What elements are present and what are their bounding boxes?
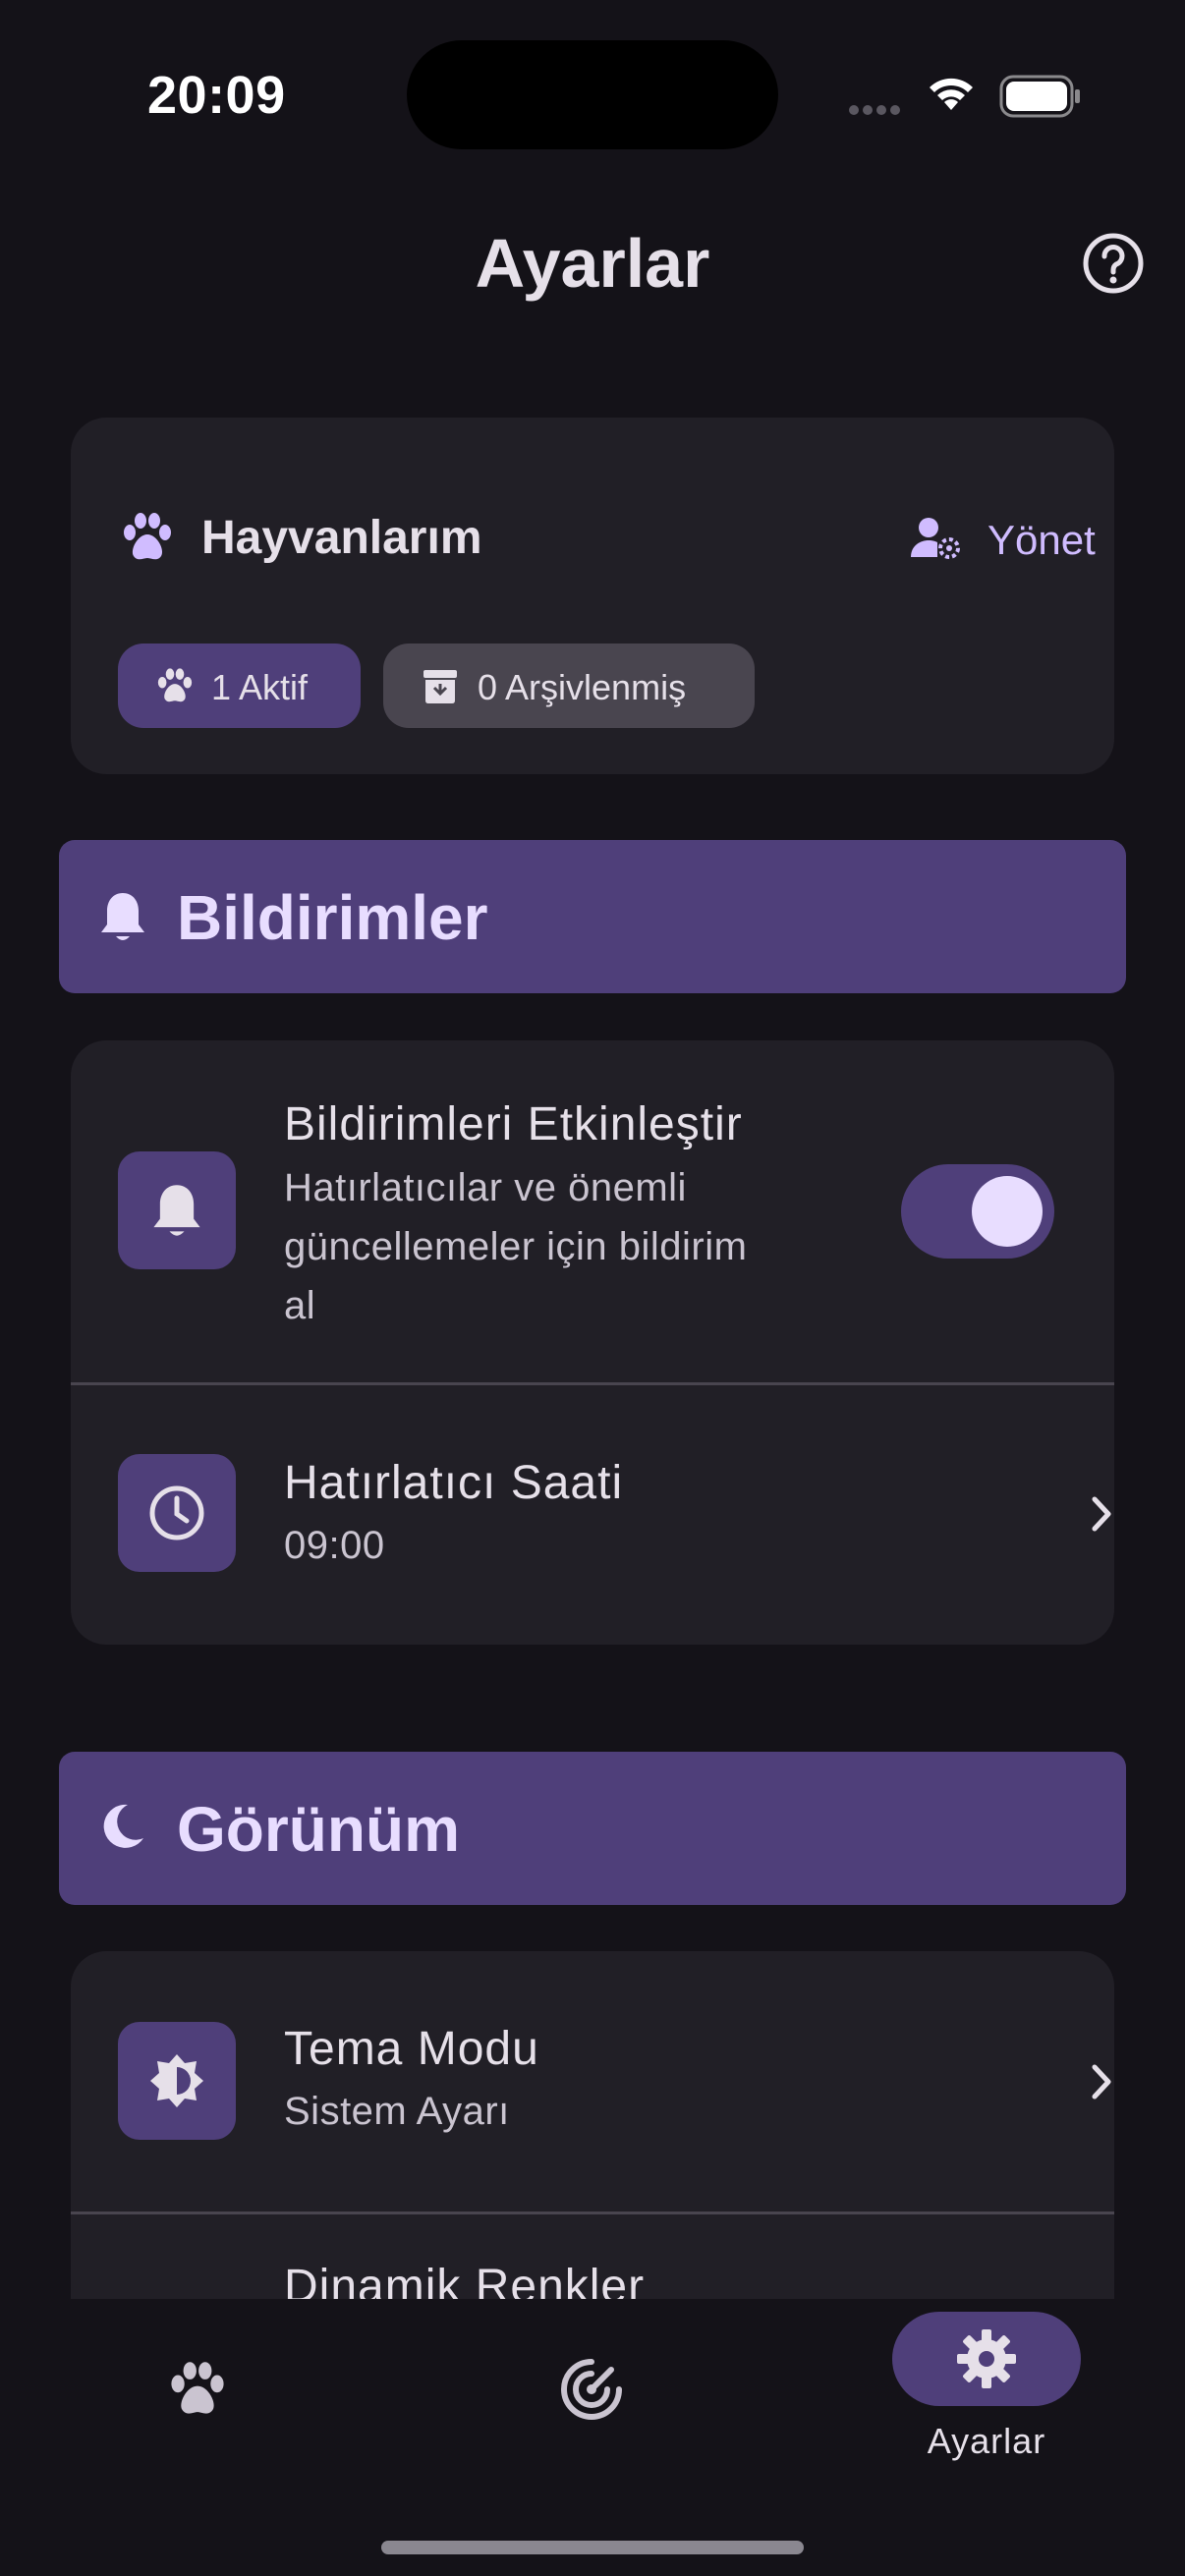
- moon-icon: [103, 1804, 143, 1848]
- reminder-time-title: Hatırlatıcı Saati: [284, 1457, 624, 1509]
- chevron-right-icon: [1092, 1496, 1111, 1532]
- theme-mode-row[interactable]: Tema Modu Sistem Ayarı: [71, 1951, 1114, 2212]
- section-title-notifications: Bildirimler: [177, 882, 488, 953]
- chevron-right-icon: [1092, 2064, 1111, 2100]
- reminder-time-value: 09:00: [284, 1524, 385, 1567]
- theme-row-icon: [118, 2022, 236, 2140]
- section-title-appearance: Görünüm: [177, 1794, 460, 1865]
- status-time: 20:09: [147, 66, 286, 125]
- pets-card: Hayvanlarım Yönet 1 Aktif 0 Arşivlenmiş: [71, 418, 1114, 774]
- manage-pets-button[interactable]: Yönet: [837, 492, 1096, 587]
- nav-item-pets[interactable]: [157, 2299, 238, 2495]
- bottom-navigation: Ayarlar: [0, 2299, 1185, 2576]
- brightness-icon: [150, 2054, 203, 2107]
- active-pets-chip[interactable]: 1 Aktif: [118, 644, 361, 728]
- app-bar: Ayarlar: [0, 196, 1185, 334]
- nav-item-settings[interactable]: Ayarlar: [892, 2299, 1081, 2495]
- reminder-time-row[interactable]: Hatırlatıcı Saati 09:00: [71, 1385, 1114, 1645]
- page-title: Ayarlar: [475, 225, 710, 302]
- manage-label: Yönet: [988, 517, 1096, 563]
- theme-mode-value: Sistem Ayarı: [284, 2090, 510, 2133]
- archived-pets-label: 0 Arşivlenmiş: [478, 667, 687, 707]
- dynamic-colors-title: Dinamik Renkler: [284, 2261, 646, 2299]
- gear-icon: [957, 2329, 1016, 2388]
- dynamic-island: [407, 40, 778, 149]
- paw-icon: [171, 2362, 224, 2414]
- notifications-card: Bildirimleri Etkinleştir Hatırlatıcılar …: [71, 1040, 1114, 1645]
- toggle-thumb: [972, 1176, 1043, 1247]
- enable-notifications-row[interactable]: Bildirimleri Etkinleştir Hatırlatıcılar …: [71, 1040, 1114, 1382]
- section-header-notifications: Bildirimler: [59, 840, 1126, 993]
- signal-icon: [849, 102, 904, 120]
- nav-item-radar[interactable]: [550, 2299, 631, 2495]
- appearance-card: Tema Modu Sistem Ayarı Dinamik Renkler: [71, 1951, 1114, 2299]
- status-bar: 20:09: [0, 0, 1185, 196]
- bell-icon: [153, 1185, 200, 1236]
- nav-label-settings: Ayarlar: [927, 2421, 1046, 2461]
- pets-title: Hayvanlarım: [201, 512, 482, 564]
- notifications-toggle[interactable]: [901, 1164, 1054, 1259]
- archive-icon: [423, 670, 457, 703]
- battery-icon: [999, 75, 1080, 118]
- theme-mode-title: Tema Modu: [284, 2023, 539, 2075]
- settings-content[interactable]: Hayvanlarım Yönet 1 Aktif 0 Arşivlenmiş …: [0, 393, 1185, 2299]
- active-pets-label: 1 Aktif: [211, 667, 309, 707]
- manage-accounts-icon: [911, 518, 960, 559]
- help-circle-icon[interactable]: [1081, 231, 1146, 296]
- paw-icon: [157, 668, 193, 702]
- bell-icon: [101, 893, 144, 940]
- enable-notifications-subtitle: Hatırlatıcılar ve önemli güncellemeler i…: [284, 1166, 748, 1327]
- nav-active-indicator: [892, 2312, 1081, 2406]
- radar-icon: [561, 2359, 622, 2420]
- enable-notifications-title: Bildirimleri Etkinleştir: [284, 1098, 743, 1150]
- clock-icon: [149, 1485, 204, 1540]
- reminder-row-icon: [118, 1454, 236, 1572]
- section-header-appearance: Görünüm: [59, 1752, 1126, 1905]
- wifi-icon: [930, 78, 973, 110]
- archived-pets-chip[interactable]: 0 Arşivlenmiş: [383, 644, 755, 728]
- paw-icon: [124, 513, 171, 560]
- notification-row-icon: [118, 1151, 236, 1269]
- home-indicator[interactable]: [381, 2541, 804, 2554]
- dynamic-colors-row[interactable]: Dinamik Renkler: [71, 2214, 1114, 2299]
